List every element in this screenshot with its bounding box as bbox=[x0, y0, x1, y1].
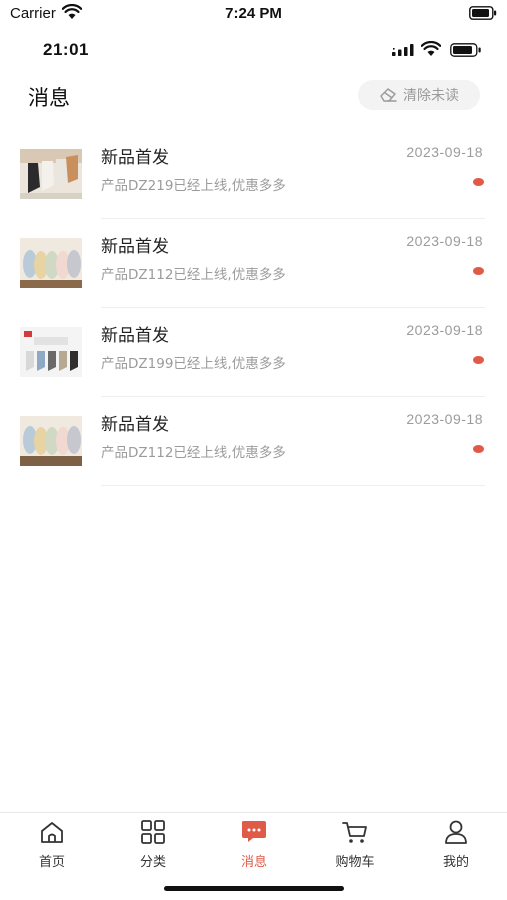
tab-home[interactable]: 首页 bbox=[12, 819, 92, 870]
message-date: 2023-09-18 bbox=[406, 411, 483, 427]
sock-photo-icon bbox=[20, 327, 82, 377]
unread-dot bbox=[473, 356, 484, 364]
message-description: 产品DZ219已经上线,优惠多多 bbox=[101, 178, 286, 194]
message-title: 新品首发 bbox=[101, 237, 169, 257]
cart-icon bbox=[342, 822, 367, 843]
app-status-bar: 21:01 bbox=[0, 36, 507, 64]
message-date: 2023-09-18 bbox=[406, 322, 483, 338]
tab-label: 分类 bbox=[139, 855, 166, 870]
message-icon bbox=[242, 821, 266, 842]
unread-dot bbox=[473, 267, 484, 275]
message-description: 产品DZ112已经上线,优惠多多 bbox=[101, 445, 286, 461]
sock-photo-icon bbox=[20, 149, 82, 199]
user-icon bbox=[445, 820, 467, 844]
tab-label: 购物车 bbox=[335, 855, 375, 870]
tab-label: 首页 bbox=[38, 855, 65, 870]
unread-dot bbox=[473, 445, 484, 453]
message-description: 产品DZ112已经上线,优惠多多 bbox=[101, 267, 286, 283]
unread-dot bbox=[473, 178, 484, 186]
page-header: 消息 清除未读 bbox=[0, 78, 507, 114]
tab-label: 我的 bbox=[442, 855, 469, 870]
battery-icon bbox=[450, 43, 481, 57]
product-thumbnail bbox=[20, 327, 82, 377]
message-date: 2023-09-18 bbox=[406, 144, 483, 160]
tab-category[interactable]: 分类 bbox=[113, 819, 193, 870]
app-time: 21:01 bbox=[43, 40, 89, 59]
tab-label: 消息 bbox=[240, 855, 267, 870]
message-item[interactable]: 新品首发 2023-09-18 产品DZ199已经上线,优惠多多 bbox=[0, 308, 507, 397]
page-title: 消息 bbox=[28, 86, 70, 110]
tab-cart[interactable]: 购物车 bbox=[315, 819, 395, 870]
message-date: 2023-09-18 bbox=[406, 233, 483, 249]
message-title: 新品首发 bbox=[101, 148, 169, 168]
sock-photo-icon bbox=[20, 238, 82, 288]
product-thumbnail bbox=[20, 416, 82, 466]
product-thumbnail bbox=[20, 238, 82, 288]
clear-unread-label: 清除未读 bbox=[403, 88, 459, 104]
simulator-status-bar: Carrier 7:24 PM bbox=[0, 0, 507, 28]
wifi-icon bbox=[421, 41, 441, 56]
message-item[interactable]: 新品首发 2023-09-18 产品DZ112已经上线,优惠多多 bbox=[0, 397, 507, 486]
message-description: 产品DZ199已经上线,优惠多多 bbox=[101, 356, 286, 372]
tab-profile[interactable]: 我的 bbox=[416, 819, 496, 870]
grid-icon bbox=[141, 820, 165, 844]
clear-unread-button[interactable]: 清除未读 bbox=[358, 80, 480, 110]
message-list: 新品首发 2023-09-18 产品DZ219已经上线,优惠多多 新品首发 20… bbox=[0, 130, 507, 486]
battery-icon bbox=[469, 6, 497, 20]
tab-messages[interactable]: 消息 bbox=[214, 819, 294, 870]
home-icon bbox=[41, 822, 63, 843]
eraser-icon bbox=[380, 88, 397, 102]
message-title: 新品首发 bbox=[101, 415, 169, 435]
product-thumbnail bbox=[20, 149, 82, 199]
sock-photo-icon bbox=[20, 416, 82, 466]
home-indicator[interactable] bbox=[164, 886, 344, 891]
message-item[interactable]: 新品首发 2023-09-18 产品DZ219已经上线,优惠多多 bbox=[0, 130, 507, 219]
message-title: 新品首发 bbox=[101, 326, 169, 346]
divider bbox=[101, 485, 485, 486]
signal-icon bbox=[392, 44, 414, 56]
system-time: 7:24 PM bbox=[225, 5, 282, 22]
message-item[interactable]: 新品首发 2023-09-18 产品DZ112已经上线,优惠多多 bbox=[0, 219, 507, 308]
